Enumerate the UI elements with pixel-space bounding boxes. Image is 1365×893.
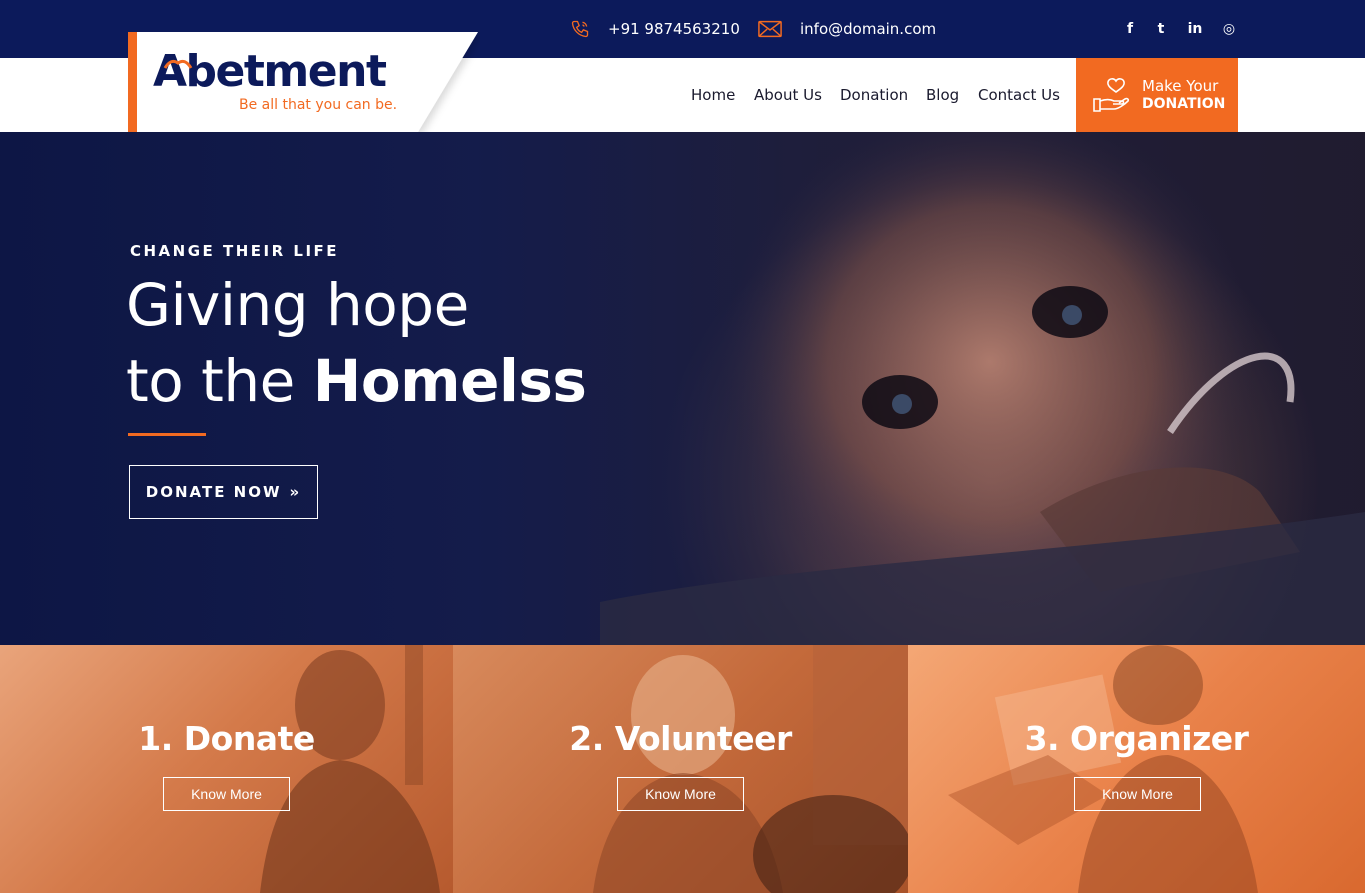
- hero-heading-line2: to the Homelss: [126, 352, 587, 410]
- card-volunteer-image: [593, 645, 908, 893]
- hero-eyebrow: CHANGE THEIR LIFE: [130, 242, 340, 260]
- cta-line1: Make Your: [1142, 77, 1219, 95]
- card-donate-image: [260, 645, 440, 893]
- logo-smile-icon: [163, 59, 193, 69]
- nav-about-us[interactable]: About Us: [754, 86, 822, 104]
- hero-heading-prefix: to the: [126, 347, 313, 415]
- phone-contact[interactable]: +91 9874563210: [570, 0, 740, 58]
- facebook-icon[interactable]: f: [1120, 18, 1140, 40]
- hand-heart-icon: [1093, 78, 1130, 112]
- donate-now-button[interactable]: DONATE NOW »: [129, 465, 318, 519]
- card-organizer[interactable]: 3. Organizer Know More: [908, 645, 1365, 893]
- nav-home[interactable]: Home: [691, 86, 735, 104]
- hero-heading-line1: Giving hope: [126, 271, 469, 339]
- double-chevron-right-icon: »: [289, 483, 302, 501]
- card-organizer-know-more[interactable]: Know More: [1074, 777, 1201, 811]
- email-address: info@domain.com: [800, 20, 937, 38]
- card-donate-title: 1. Donate: [138, 719, 315, 758]
- nav-donation[interactable]: Donation: [840, 86, 908, 104]
- nav-contact-us[interactable]: Contact Us: [978, 86, 1060, 104]
- phone-icon: [571, 20, 589, 38]
- hero-underline: [128, 433, 206, 436]
- email-contact[interactable]: info@domain.com: [758, 0, 936, 58]
- card-volunteer-know-more[interactable]: Know More: [617, 777, 744, 811]
- card-volunteer-title: 2. Volunteer: [569, 719, 792, 758]
- linkedin-icon[interactable]: in: [1185, 18, 1205, 40]
- make-donation-button[interactable]: Make Your DONATION: [1076, 58, 1238, 132]
- envelope-icon: [758, 20, 782, 38]
- twitter-icon[interactable]: t: [1151, 18, 1171, 40]
- card-organizer-title: 3. Organizer: [1024, 719, 1249, 758]
- card-volunteer[interactable]: 2. Volunteer Know More: [453, 645, 908, 893]
- hero-heading-bold: Homelss: [312, 347, 587, 415]
- card-organizer-image: [948, 645, 1258, 893]
- phone-number: +91 9874563210: [608, 20, 740, 38]
- cta-line2: DONATION: [1142, 96, 1226, 112]
- donate-now-label: DONATE NOW: [145, 483, 282, 501]
- logo-tagline: Be all that you can be.: [239, 97, 398, 113]
- card-donate[interactable]: 1. Donate Know More: [0, 645, 453, 893]
- nav-blog[interactable]: Blog: [926, 86, 959, 104]
- instagram-icon[interactable]: ◎: [1219, 18, 1239, 40]
- card-donate-know-more[interactable]: Know More: [163, 777, 290, 811]
